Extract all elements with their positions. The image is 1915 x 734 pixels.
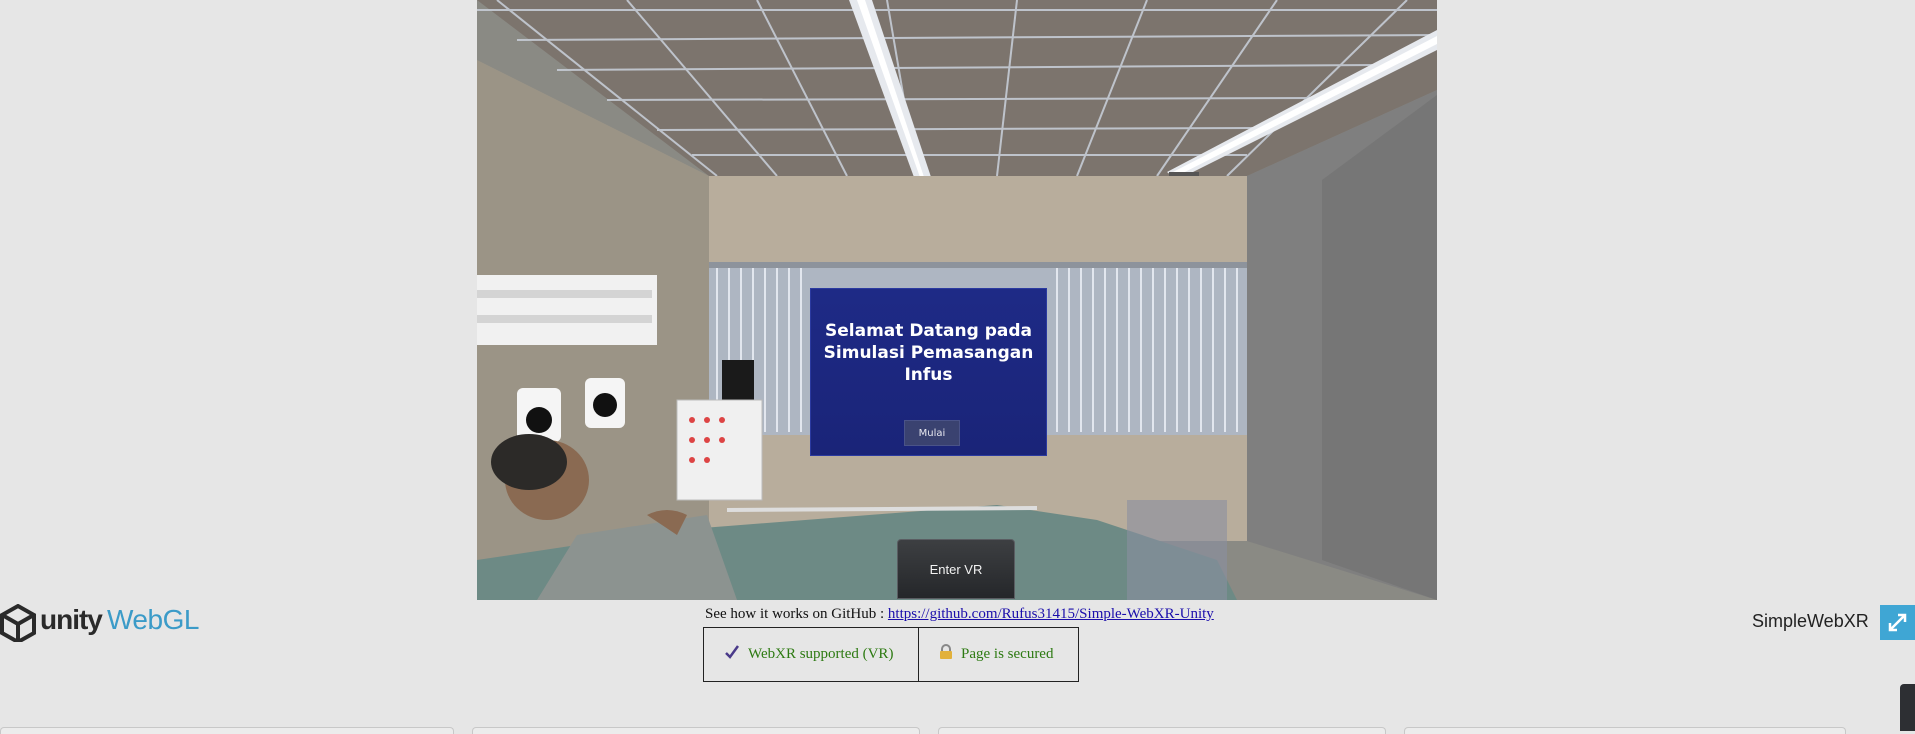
webxr-status-text: WebXR supported (VR) — [748, 646, 894, 662]
start-button[interactable]: Mulai — [904, 420, 960, 446]
app-name: SimpleWebXR — [1752, 611, 1869, 631]
enter-vr-button[interactable]: Enter VR — [897, 539, 1015, 599]
webxr-status-box: WebXR supported (VR) — [703, 627, 919, 682]
fullscreen-button[interactable] — [1880, 605, 1915, 640]
welcome-panel: Selamat Datang pada Simulasi Pemasangan … — [810, 288, 1047, 456]
welcome-title: Selamat Datang pada Simulasi Pemasangan … — [823, 321, 1034, 385]
webgl-logo-text: WebGL — [107, 604, 199, 635]
unity-cube-icon — [0, 604, 36, 642]
unity-logo-text: unity — [40, 604, 103, 635]
github-prefix: See how it works on GitHub : — [705, 606, 888, 622]
fullscreen-arrows-icon — [1888, 613, 1907, 632]
secure-status-box: Page is secured — [918, 627, 1079, 682]
github-link[interactable]: https://github.com/Rufus31415/Simple-Web… — [888, 606, 1214, 622]
padlock-icon — [939, 644, 953, 665]
github-info: See how it works on GitHub : https://git… — [705, 606, 1214, 623]
side-tab[interactable] — [1900, 684, 1915, 731]
secure-status-text: Page is secured — [961, 646, 1054, 662]
checkmark-icon — [724, 644, 740, 665]
unity-canvas[interactable]: Selamat Datang pada Simulasi Pemasangan … — [477, 0, 1437, 600]
